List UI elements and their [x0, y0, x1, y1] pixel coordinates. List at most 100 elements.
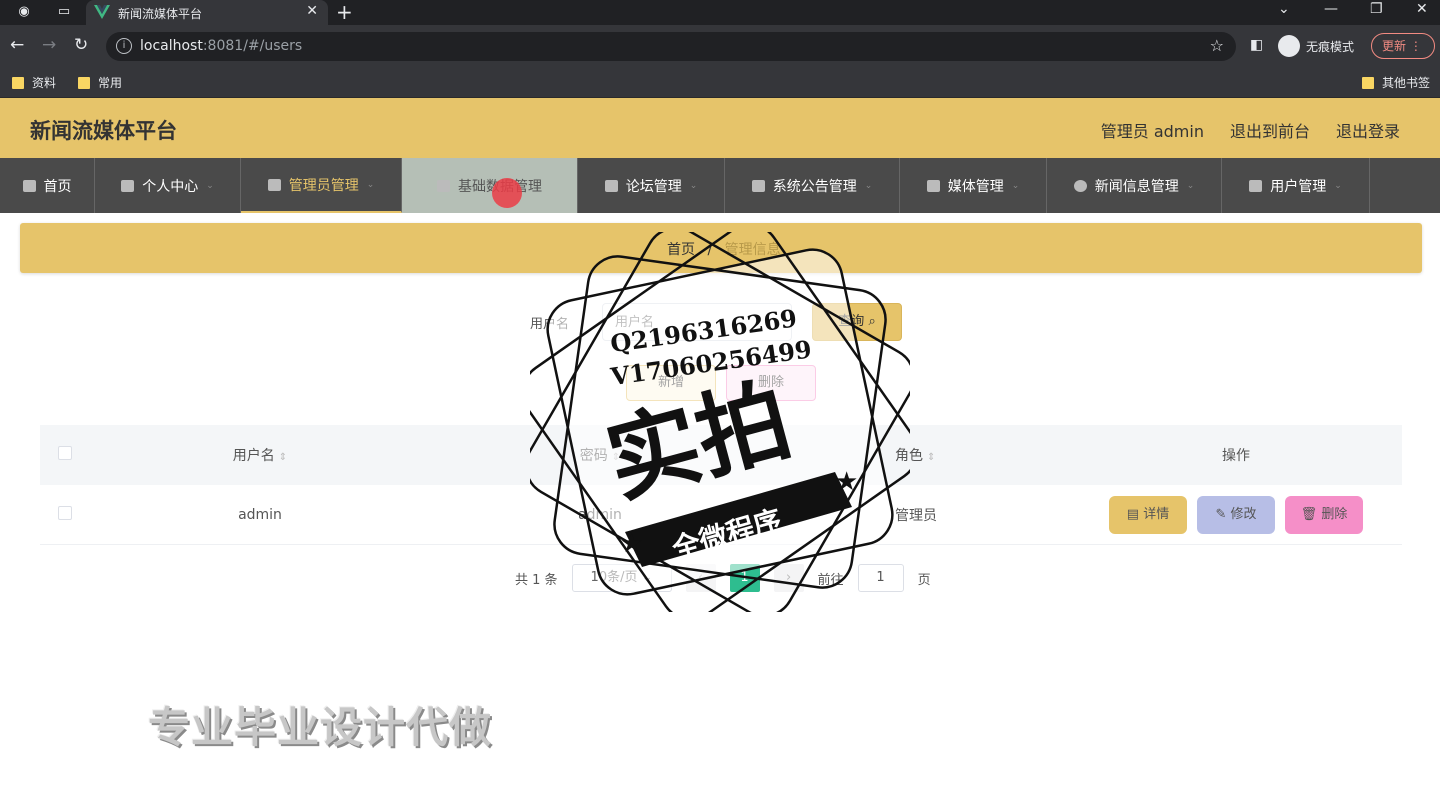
nav-label: 新闻信息管理	[1094, 178, 1179, 195]
edit-label: 修改	[1230, 506, 1257, 522]
chevron-down-icon: ⌄	[1334, 180, 1342, 191]
bookmark-label: 资料	[32, 76, 57, 90]
next-page-button[interactable]: ›	[773, 564, 804, 592]
close-window-icon[interactable]: ✕	[1416, 1, 1428, 17]
chevron-down-icon: ⌄	[689, 180, 698, 191]
nav-notice[interactable]: 系统公告管理 ⌄	[725, 158, 900, 213]
tab-search-icon[interactable]: ▭	[54, 2, 74, 22]
nav-label: 管理员管理	[288, 177, 359, 194]
username-search-input[interactable]	[602, 303, 792, 341]
bookmark-folder-1[interactable]: 常用	[78, 74, 122, 91]
batch-delete-button[interactable]: 删除	[726, 365, 816, 401]
document-icon: ▤	[1126, 506, 1144, 522]
nav-media[interactable]: 媒体管理 ⌄	[900, 158, 1047, 213]
url-field[interactable]: i localhost:8081/#/users ☆	[106, 32, 1236, 61]
folder-icon	[78, 76, 90, 89]
document-icon	[926, 179, 940, 192]
nav-personal-center[interactable]: 个人中心 ⌄	[95, 158, 241, 213]
close-tab-icon[interactable]: ✕	[306, 3, 318, 19]
main-nav: 首页 个人中心 ⌄ 管理员管理 ⌄ 基础数据管理 论坛管理 ⌄ 系统公告管理 ⌄…	[0, 158, 1440, 213]
sort-icon[interactable]: ⇕	[612, 452, 620, 463]
forward-icon[interactable]: →	[42, 35, 56, 55]
click-cursor-indicator	[492, 178, 522, 208]
restore-icon[interactable]: ❐	[1370, 1, 1383, 17]
nav-users[interactable]: 用户管理 ⌄	[1222, 158, 1370, 213]
cell-username: admin	[238, 506, 282, 523]
detail-button[interactable]: ▤ 详情	[1109, 495, 1187, 534]
incognito-indicator[interactable]: 无痕模式	[1278, 35, 1354, 57]
other-bookmarks[interactable]: 其他书签	[1362, 74, 1430, 91]
chevron-down-icon: ⌄	[366, 179, 375, 190]
cell-password: admin	[578, 506, 622, 523]
update-button[interactable]: 更新 ⋮	[1371, 33, 1435, 59]
sort-icon[interactable]: ⇕	[279, 452, 287, 463]
search-icon: ⌕	[868, 314, 876, 329]
tab-title: 新闻流媒体平台	[118, 7, 203, 21]
chevron-down-icon: ⌄	[1011, 180, 1020, 191]
col-username[interactable]: 用户名 ⇕	[90, 445, 430, 465]
nav-label: 用户管理	[1270, 178, 1327, 195]
flag-icon	[604, 179, 618, 192]
incognito-icon	[1278, 35, 1300, 57]
nav-label: 媒体管理	[947, 178, 1004, 195]
app-brand: 新闻流媒体平台	[30, 119, 177, 143]
site-info-icon[interactable]: i	[116, 38, 132, 54]
page-number-current[interactable]: 1	[729, 564, 760, 592]
query-button[interactable]: 查询 ⌕	[812, 303, 902, 341]
bookmark-folder-0[interactable]: 资料	[12, 74, 56, 91]
bookmark-star-icon[interactable]: ☆	[1210, 36, 1224, 55]
current-user: 管理员 admin	[1100, 122, 1204, 141]
chevron-down-icon: ⌄	[641, 570, 653, 585]
folder-icon	[1362, 76, 1374, 89]
prev-page-button[interactable]: ‹	[685, 564, 716, 592]
minimize-icon[interactable]: —	[1324, 1, 1338, 17]
breadcrumb-current: 管理信息	[724, 242, 781, 258]
breadcrumb-bar: 首页 / 管理信息	[20, 223, 1422, 273]
page-size-select[interactable]: 10条/页 ⌄	[571, 564, 672, 592]
search-form: 用户名 查询 ⌕	[530, 303, 902, 341]
reload-icon[interactable]: ↻	[74, 35, 88, 55]
pagination: 共 1 条 10条/页 ⌄ ‹ 1 › 前往 1 页	[515, 564, 931, 592]
exit-to-front-link[interactable]: 退出到前台	[1230, 118, 1310, 142]
browser-tab[interactable]: 新闻流媒体平台 ✕	[86, 0, 328, 25]
breadcrumb-home[interactable]: 首页	[667, 242, 695, 258]
cell-role: 管理员	[895, 507, 937, 524]
nav-home[interactable]: 首页	[0, 158, 95, 213]
add-button[interactable]: 新增	[626, 365, 716, 401]
col-password[interactable]: 密码 ⇕	[430, 445, 770, 465]
search-label: 用户名	[530, 316, 570, 332]
col-role[interactable]: 角色 ⇕	[770, 445, 1070, 465]
nav-label: 个人中心	[142, 178, 199, 195]
col-actions: 操作	[1070, 445, 1402, 465]
edit-button[interactable]: ✎ 修改	[1197, 495, 1275, 534]
nav-base-data[interactable]: 基础数据管理	[402, 158, 578, 213]
logout-link[interactable]: 退出登录	[1336, 118, 1400, 142]
nav-news[interactable]: 新闻信息管理 ⌄	[1047, 158, 1222, 213]
header-label: 操作	[1222, 448, 1250, 464]
row-checkbox[interactable]	[58, 505, 72, 520]
header-label: 角色	[895, 448, 923, 464]
image-icon	[1249, 179, 1263, 192]
bookmark-label: 常用	[98, 76, 123, 90]
tab-list-chevron-icon[interactable]: ⌄	[1278, 1, 1290, 17]
bookmarks-bar: 资料 常用 其他书签	[0, 67, 1440, 98]
goto-page-input[interactable]: 1	[857, 564, 904, 592]
nav-label: 系统公告管理	[772, 178, 857, 195]
incognito-label: 无痕模式	[1306, 39, 1355, 54]
back-icon[interactable]: ←	[10, 35, 24, 55]
globe-icon[interactable]: ◉	[14, 2, 34, 22]
side-panel-icon[interactable]: ◧	[1250, 35, 1263, 55]
sort-icon[interactable]: ⇕	[927, 452, 935, 463]
new-tab-icon[interactable]: +	[336, 0, 353, 24]
user-icon	[121, 179, 135, 192]
nav-label: 论坛管理	[625, 178, 682, 195]
goto-label: 前往	[817, 572, 844, 588]
nav-label: 首页	[43, 178, 72, 195]
browser-tabstrip: ◉ ▭ 新闻流媒体平台 ✕ + ⌄ — ❐ ✕	[0, 0, 1440, 25]
delete-button[interactable]: 🗑 删除	[1285, 495, 1363, 534]
nav-admin-manage[interactable]: 管理员管理 ⌄	[241, 158, 402, 213]
list-icon	[751, 179, 765, 192]
select-all-checkbox[interactable]	[58, 446, 72, 460]
header-label: 用户名	[232, 448, 275, 464]
nav-forum[interactable]: 论坛管理 ⌄	[578, 158, 725, 213]
